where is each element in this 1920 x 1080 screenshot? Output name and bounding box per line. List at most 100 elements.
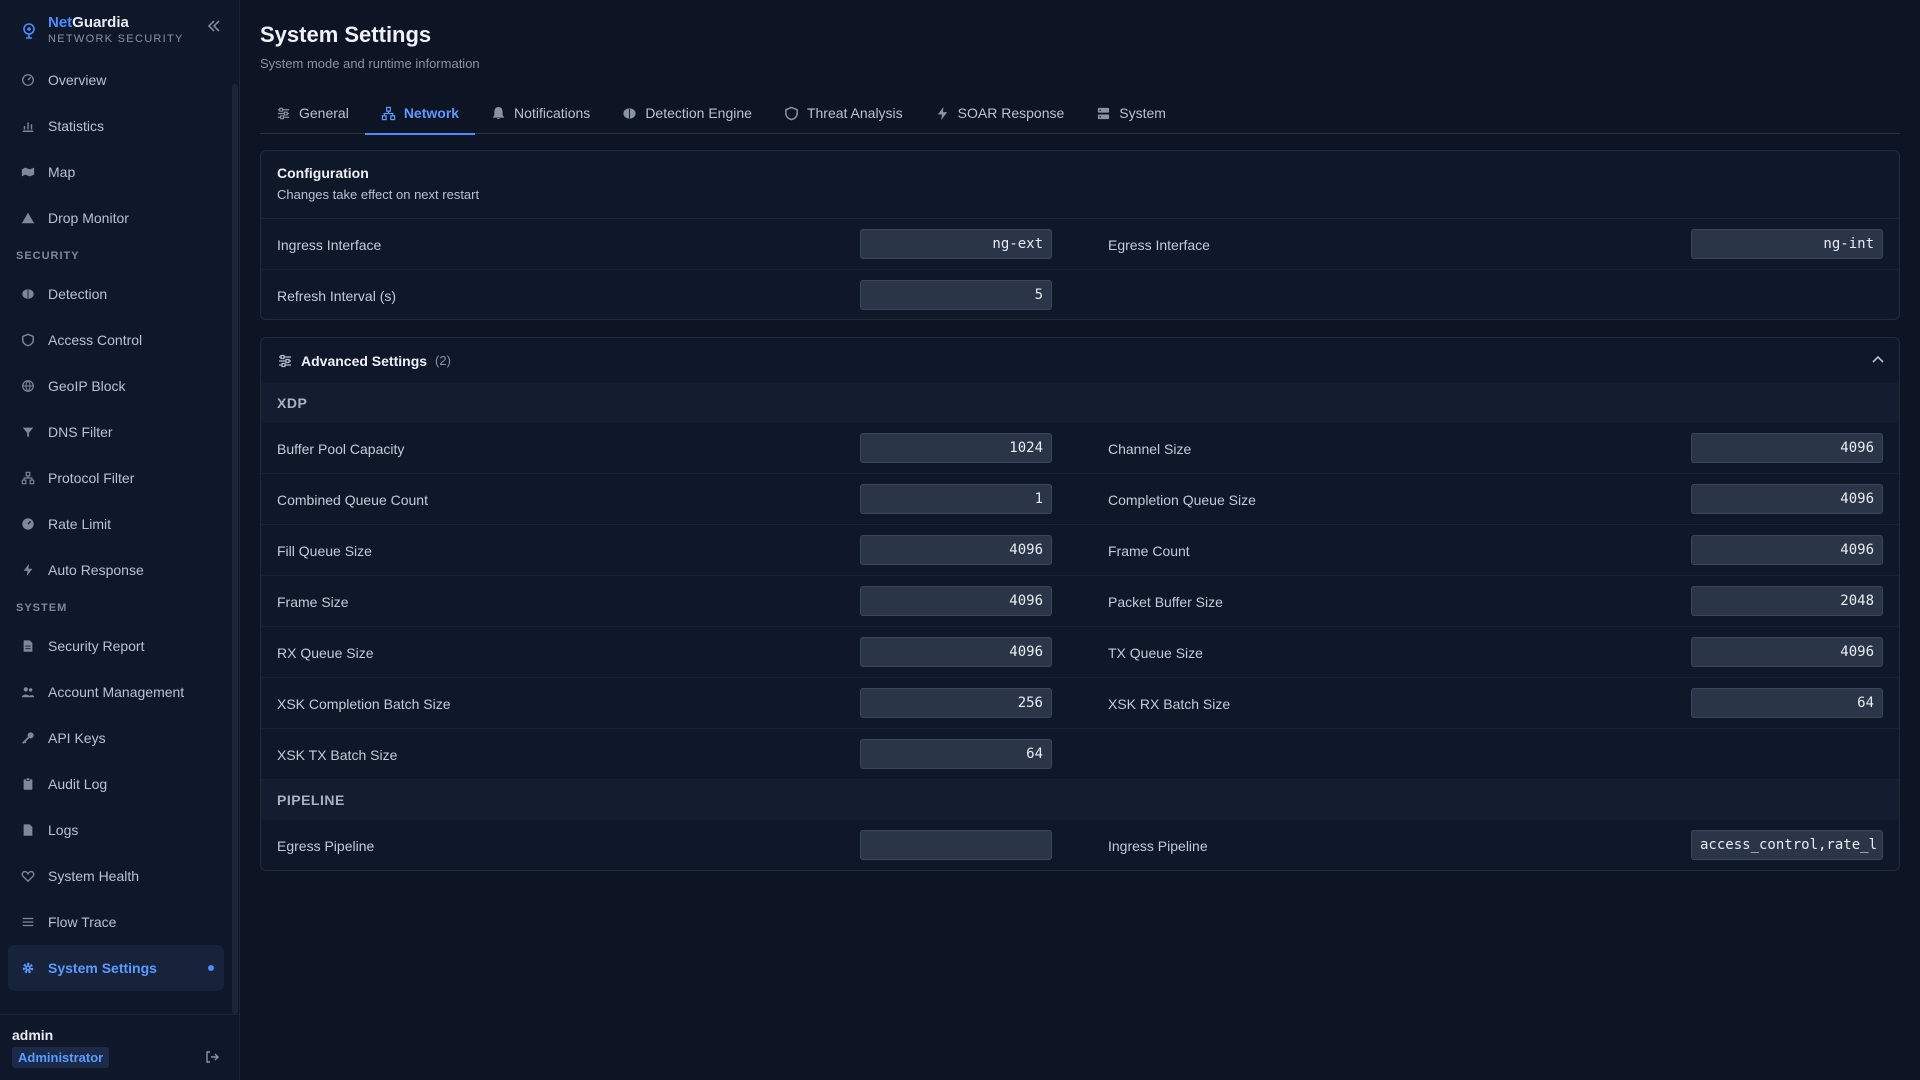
channel-size-input[interactable]: 4096 — [1691, 433, 1883, 463]
users-icon-wrap — [20, 684, 36, 700]
sidebar-item-label: Audit Log — [48, 776, 108, 792]
filter-icon — [22, 427, 34, 438]
xsk-rx-batch-size-input[interactable]: 64 — [1691, 688, 1883, 718]
tab-network[interactable]: Network — [364, 92, 476, 135]
sidebar-item-geoip-block[interactable]: GeoIP Block — [8, 363, 224, 409]
tab-soar-response[interactable]: SOAR Response — [919, 92, 1081, 134]
collapse-sidebar-button[interactable] — [204, 16, 224, 36]
xsk-completion-batch-size-input[interactable]: 256 — [860, 688, 1052, 718]
ingress-pipeline-input[interactable]: access_control,rate_l — [1691, 830, 1883, 860]
tab-detection-engine[interactable]: Detection Engine — [606, 92, 768, 134]
combined-queue-count-input[interactable]: 1 — [860, 484, 1052, 514]
sidebar-item-dns-filter[interactable]: DNS Filter — [8, 409, 224, 455]
completion-queue-size-input[interactable]: 4096 — [1691, 484, 1883, 514]
file-icon — [23, 824, 33, 836]
tab-label: SOAR Response — [957, 105, 1065, 121]
completion-queue-size-label: Completion Queue Size — [1108, 491, 1256, 508]
refresh-interval-s-input[interactable]: 5 — [860, 280, 1052, 310]
sidebar-item-detection[interactable]: Detection — [8, 271, 224, 317]
sidebar-item-api-keys[interactable]: API Keys — [8, 715, 224, 761]
sidebar-item-label: Auto Response — [48, 562, 144, 578]
sidebar-item-statistics[interactable]: Statistics — [8, 103, 224, 149]
advanced-settings-card: Advanced Settings (2) XDP Buffer Pool Cap… — [260, 337, 1900, 871]
tab-icon-wrap — [935, 106, 950, 121]
map-icon — [21, 167, 35, 177]
settings-row: Refresh Interval (s) 5 — [261, 270, 1899, 321]
settings-row: Combined Queue Count 1 Completion Queue Si… — [261, 474, 1899, 525]
sidebar-item-rate-limit[interactable]: Rate Limit — [8, 501, 224, 547]
egress-pipeline-input[interactable] — [860, 830, 1052, 860]
sidebar-item-label: Flow Trace — [48, 914, 117, 930]
active-indicator — [208, 965, 214, 971]
sidebar-item-account-management[interactable]: Account Management — [8, 669, 224, 715]
egress-interface-input[interactable]: ng-int — [1691, 229, 1883, 259]
settings-row: Fill Queue Size 4096 Frame Count 4096 — [261, 525, 1899, 576]
advanced-settings-header[interactable]: Advanced Settings (2) — [261, 338, 1899, 383]
fill-queue-size-input[interactable]: 4096 — [860, 535, 1052, 565]
nav-section-security: SECURITY — [16, 250, 80, 262]
sidebar-item-access-control[interactable]: Access Control — [8, 317, 224, 363]
tab-icon-wrap — [491, 106, 506, 121]
tab-icon-wrap — [276, 106, 291, 121]
sidebar-item-protocol-filter[interactable]: Protocol Filter — [8, 455, 224, 501]
sidebar-scrollbar[interactable] — [232, 84, 238, 1014]
sidebar-item-label: DNS Filter — [48, 424, 113, 440]
page-subtitle: System mode and runtime information — [260, 56, 480, 71]
sidebar-item-system-health[interactable]: System Health — [8, 853, 224, 899]
sidebar-item-drop-monitor[interactable]: Drop Monitor — [8, 195, 224, 241]
filter-icon-wrap — [20, 424, 36, 440]
sidebar-item-label: Account Management — [48, 684, 185, 700]
sidebar-item-system-settings[interactable]: System Settings — [8, 945, 224, 991]
sidebar-item-label: Statistics — [48, 118, 105, 134]
heart-icon — [21, 870, 35, 883]
tab-general[interactable]: General — [260, 92, 365, 134]
brain-icon-wrap — [20, 286, 36, 302]
map-icon-wrap — [20, 164, 36, 180]
server-icon — [1098, 107, 1110, 119]
user-role-badge: Administrator — [12, 1047, 110, 1068]
rx-queue-size-input[interactable]: 4096 — [860, 637, 1052, 667]
xsk-completion-batch-size-label: XSK Completion Batch Size — [277, 695, 451, 712]
bell-icon — [492, 106, 505, 119]
settings-tabs: General Network Notifications Detection Eng… — [260, 92, 1900, 135]
globe-icon — [22, 380, 34, 392]
key-icon — [22, 732, 34, 744]
tab-threat-analysis[interactable]: Threat Analysis — [768, 92, 919, 134]
tab-system[interactable]: System — [1080, 92, 1182, 134]
configuration-title: Configuration — [277, 165, 369, 181]
sidebar: NetGuardia NETWORK SECURITY Overview Stat… — [0, 0, 240, 1080]
tab-notifications[interactable]: Notifications — [475, 92, 606, 134]
brand[interactable]: NetGuardia NETWORK SECURITY — [20, 12, 184, 48]
tx-queue-size-input[interactable]: 4096 — [1691, 637, 1883, 667]
collapse-advanced-button[interactable] — [1871, 352, 1885, 369]
sidebar-item-label: Protocol Filter — [48, 470, 135, 486]
logout-button[interactable] — [204, 1049, 220, 1068]
sidebar-item-logs[interactable]: Logs — [8, 807, 224, 853]
warning-icon-wrap — [20, 210, 36, 226]
ingress-interface-input[interactable]: ng-ext — [860, 229, 1052, 259]
brain-icon — [22, 289, 34, 299]
shield-icon — [22, 333, 34, 347]
frame-count-label: Frame Count — [1108, 542, 1190, 559]
settings-row: XSK TX Batch Size 64 — [261, 729, 1899, 780]
combined-queue-count-label: Combined Queue Count — [277, 491, 428, 508]
xsk-tx-batch-size-input[interactable]: 64 — [860, 739, 1052, 769]
sidebar-item-audit-log[interactable]: Audit Log — [8, 761, 224, 807]
frame-count-input[interactable]: 4096 — [1691, 535, 1883, 565]
sidebar-item-map[interactable]: Map — [8, 149, 224, 195]
channel-size-label: Channel Size — [1108, 440, 1192, 457]
frame-size-input[interactable]: 4096 — [860, 586, 1052, 616]
egress-pipeline-label: Egress Pipeline — [277, 837, 375, 854]
user-name: admin — [12, 1027, 54, 1043]
frame-size-label: Frame Size — [277, 593, 349, 610]
sidebar-item-auto-response[interactable]: Auto Response — [8, 547, 224, 593]
settings-row: Frame Size 4096 Packet Buffer Size 2048 — [261, 576, 1899, 627]
network-icon — [381, 106, 396, 120]
packet-buffer-size-input[interactable]: 2048 — [1691, 586, 1883, 616]
sidebar-item-overview[interactable]: Overview — [8, 57, 224, 103]
buffer-pool-capacity-input[interactable]: 1024 — [860, 433, 1052, 463]
sidebar-item-label: GeoIP Block — [48, 378, 126, 394]
sidebar-item-flow-trace[interactable]: Flow Trace — [8, 899, 224, 945]
sidebar-item-security-report[interactable]: Security Report — [8, 623, 224, 669]
chevron-up-icon — [1872, 355, 1884, 363]
